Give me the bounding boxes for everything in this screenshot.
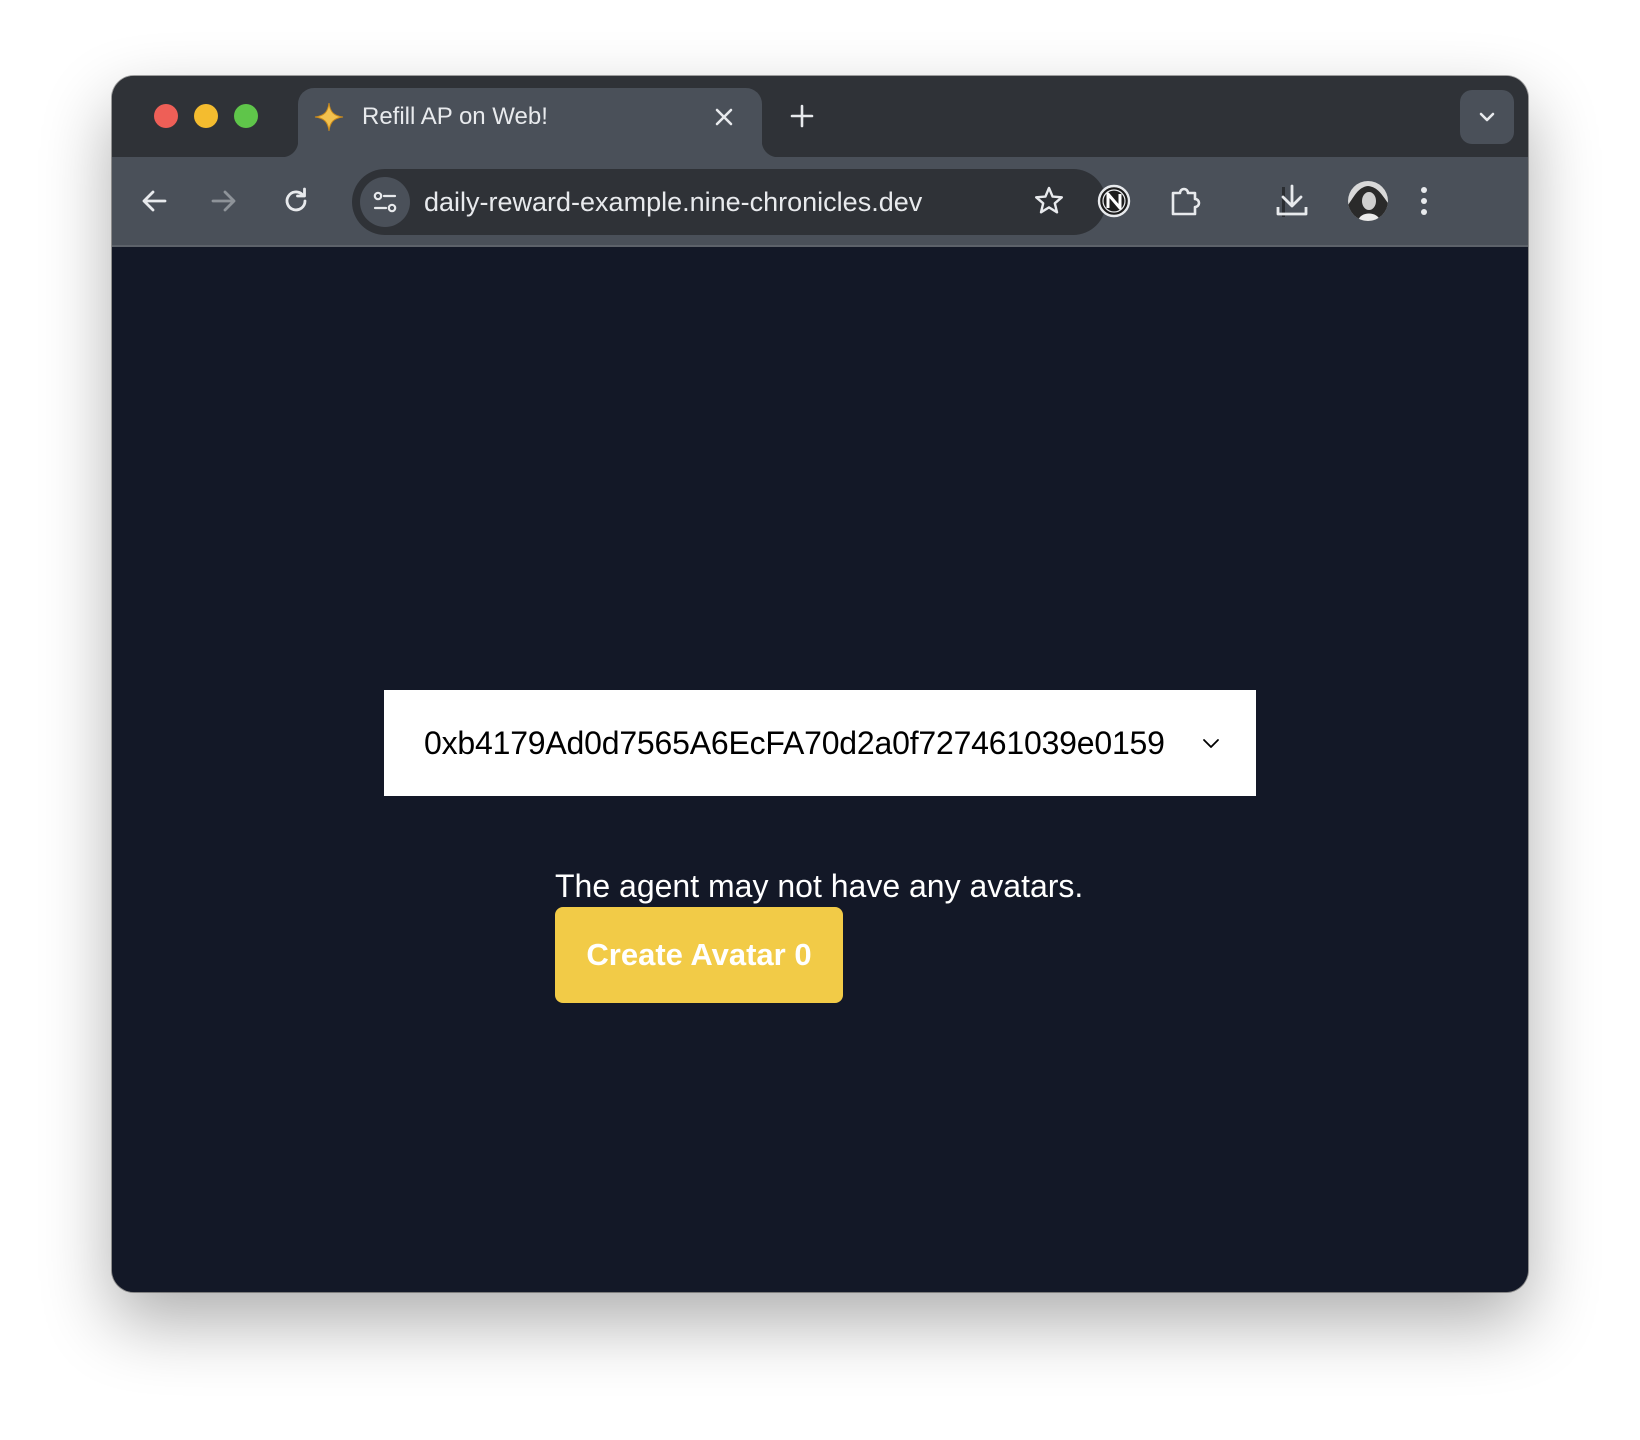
chevron-down-icon	[1202, 734, 1220, 752]
close-window-button[interactable]	[154, 104, 178, 128]
minimize-window-button[interactable]	[194, 104, 218, 128]
browser-window: Refill AP on Web! daily-reward-example.n…	[112, 76, 1528, 1292]
bookmark-star-icon[interactable]	[1032, 184, 1066, 218]
sparkle-icon	[314, 102, 344, 132]
browser-toolbar: daily-reward-example.nine-chronicles.dev	[112, 157, 1528, 247]
new-tab-icon[interactable]	[788, 102, 816, 130]
create-avatar-button[interactable]: Create Avatar 0	[555, 907, 843, 1003]
browser-tab[interactable]: Refill AP on Web!	[282, 88, 778, 157]
profile-avatar[interactable]	[1348, 181, 1388, 221]
page-content: 0xb4179Ad0d7565A6EcFA70d2a0f727461039e01…	[112, 247, 1528, 1292]
reload-icon[interactable]	[276, 181, 316, 221]
no-avatars-message: The agent may not have any avatars.	[555, 868, 1084, 904]
nine-chronicles-extension-icon[interactable]	[1092, 179, 1136, 223]
agent-address-value: 0xb4179Ad0d7565A6EcFA70d2a0f727461039e01…	[424, 725, 1165, 761]
maximize-window-button[interactable]	[234, 104, 258, 128]
back-icon[interactable]	[134, 181, 174, 221]
url-text[interactable]: daily-reward-example.nine-chronicles.dev	[424, 187, 922, 217]
tab-title: Refill AP on Web!	[362, 103, 548, 130]
agent-address-select[interactable]: 0xb4179Ad0d7565A6EcFA70d2a0f727461039e01…	[384, 690, 1256, 796]
site-info-icon[interactable]	[360, 177, 410, 227]
more-menu-icon[interactable]	[1402, 179, 1446, 223]
tab-strip: Refill AP on Web!	[112, 76, 1528, 157]
download-icon[interactable]	[1270, 179, 1314, 223]
tab-search-button[interactable]	[1460, 90, 1514, 144]
address-bar[interactable]: daily-reward-example.nine-chronicles.dev	[352, 169, 1106, 235]
chevron-down-icon	[1479, 112, 1495, 122]
forward-icon[interactable]	[204, 181, 244, 221]
extensions-puzzle-icon[interactable]	[1164, 179, 1208, 223]
close-tab-icon[interactable]	[712, 105, 736, 129]
